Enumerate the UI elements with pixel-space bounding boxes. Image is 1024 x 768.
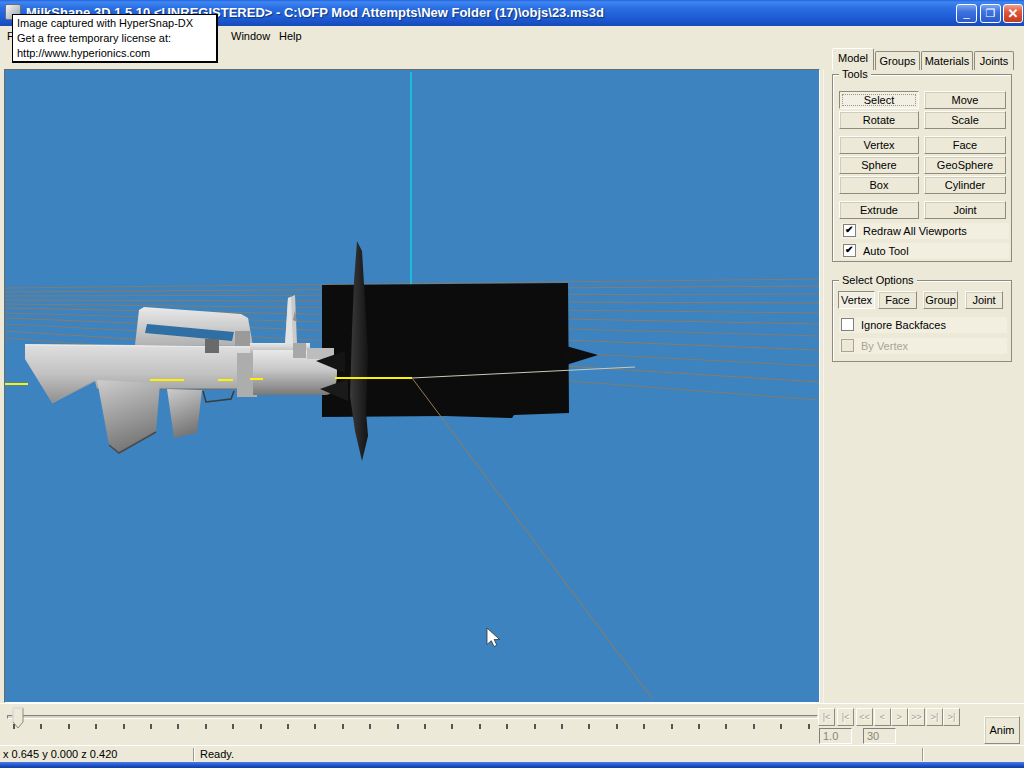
timeline-track[interactable]	[7, 715, 818, 719]
check-icon: ✔	[845, 244, 853, 255]
tooltip-line2: Get a free temporary license at:	[17, 31, 212, 46]
minimize-button[interactable]: _	[956, 4, 977, 23]
tooltip-line1: Image captured with HyperSnap-DX	[17, 16, 212, 31]
tab-model[interactable]: Model	[832, 48, 874, 70]
right-panel: Model Groups Materials Joints Tools Sele…	[830, 46, 1020, 703]
anim-nextkey-button[interactable]: >|	[926, 708, 943, 726]
timeline-ticks	[13, 724, 819, 729]
client-area: Model Groups Materials Joints Tools Sele…	[0, 46, 1024, 703]
status-divider2	[922, 748, 924, 761]
selopt-vertex-button[interactable]: Vertex	[838, 291, 875, 309]
tool-rotate-button[interactable]: Rotate	[839, 111, 919, 129]
autotool-checkbox-row: ✔ Auto Tool	[841, 243, 1009, 259]
status-coords: x 0.645 y 0.000 z 0.420	[3, 748, 117, 760]
hypersnap-tooltip: Image captured with HyperSnap-DX Get a f…	[12, 14, 218, 63]
tab-joints[interactable]: Joints	[974, 51, 1014, 70]
rifle-model	[25, 295, 337, 453]
check-icon: ✔	[845, 224, 853, 235]
ignore-backfaces-checkbox[interactable]	[841, 318, 854, 331]
redraw-checkbox-row: ✔ Redraw All Viewports	[841, 223, 1009, 239]
tool-box-button[interactable]: Box	[839, 176, 919, 194]
selopt-group-button[interactable]: Group	[923, 291, 958, 309]
selopt-joint-button[interactable]: Joint	[965, 291, 1003, 309]
tab-groups[interactable]: Groups	[875, 51, 920, 70]
anim-first-button[interactable]: |<	[818, 708, 835, 726]
anim-rew-button[interactable]: <<	[856, 708, 873, 726]
tool-select-button[interactable]: Select	[839, 91, 919, 109]
anim-ff-button[interactable]: >>	[908, 708, 925, 726]
byvertex-row: By Vertex	[839, 338, 1007, 354]
menu-help[interactable]: Help	[274, 28, 307, 44]
tool-joint-button[interactable]: Joint	[924, 201, 1006, 219]
autotool-checkbox[interactable]: ✔	[843, 244, 856, 257]
tools-groupbox: Tools Select Move Rotate Scale Vertex Fa…	[832, 74, 1012, 262]
anim-play-button[interactable]: >	[891, 708, 908, 726]
select-options-groupbox: Select Options Vertex Face Group Joint I…	[832, 280, 1012, 362]
tooltip-line3: http://www.hyperionics.com	[17, 46, 212, 61]
timeline-bar: |< |< << < > >> >| >| 1.0 30 Anim	[0, 703, 1024, 745]
tool-face-button[interactable]: Face	[924, 136, 1006, 154]
selopt-face-button[interactable]: Face	[878, 291, 917, 309]
restore-button[interactable]: ❐	[980, 4, 1001, 23]
menu-window[interactable]: Window	[226, 28, 275, 44]
bone-line-diag	[412, 378, 652, 698]
status-ready: Ready.	[200, 748, 234, 760]
byvertex-checkbox	[841, 339, 854, 352]
tool-extrude-button[interactable]: Extrude	[839, 201, 919, 219]
autotool-label: Auto Tool	[863, 245, 909, 257]
anim-back-button[interactable]: <	[874, 708, 891, 726]
anim-frames-field[interactable]: 30	[863, 728, 896, 744]
status-bar: x 0.645 y 0.000 z 0.420 Ready.	[0, 745, 1024, 762]
tool-vertex-button[interactable]: Vertex	[839, 136, 919, 154]
viewport-3d[interactable]	[4, 69, 820, 703]
anim-speed-field[interactable]: 1.0	[819, 728, 852, 744]
window-bottom-frame	[0, 762, 1024, 768]
tool-sphere-button[interactable]: Sphere	[839, 156, 919, 174]
tool-move-button[interactable]: Move	[924, 91, 1006, 109]
byvertex-label: By Vertex	[861, 340, 908, 352]
anim-toggle-button[interactable]: Anim	[984, 716, 1020, 744]
redraw-label: Redraw All Viewports	[863, 225, 967, 237]
mouse-cursor	[487, 628, 500, 647]
viewport-scene	[5, 70, 819, 702]
tool-scale-button[interactable]: Scale	[924, 111, 1006, 129]
tool-geosphere-button[interactable]: GeoSphere	[924, 156, 1006, 174]
select-options-label: Select Options	[839, 274, 917, 286]
status-divider	[193, 748, 195, 761]
tab-strip: Model Groups Materials Joints	[832, 48, 1018, 70]
anim-last-button[interactable]: >|	[943, 708, 960, 726]
tool-cylinder-button[interactable]: Cylinder	[924, 176, 1006, 194]
tab-materials[interactable]: Materials	[921, 51, 973, 70]
redraw-checkbox[interactable]: ✔	[843, 224, 856, 237]
ignore-backfaces-label: Ignore Backfaces	[861, 319, 946, 331]
ignore-backfaces-row: Ignore Backfaces	[839, 317, 1007, 333]
close-button[interactable]: ✕	[1003, 4, 1023, 23]
anim-prevkey-button[interactable]: |<	[837, 708, 854, 726]
panel-splitter[interactable]	[823, 69, 824, 703]
